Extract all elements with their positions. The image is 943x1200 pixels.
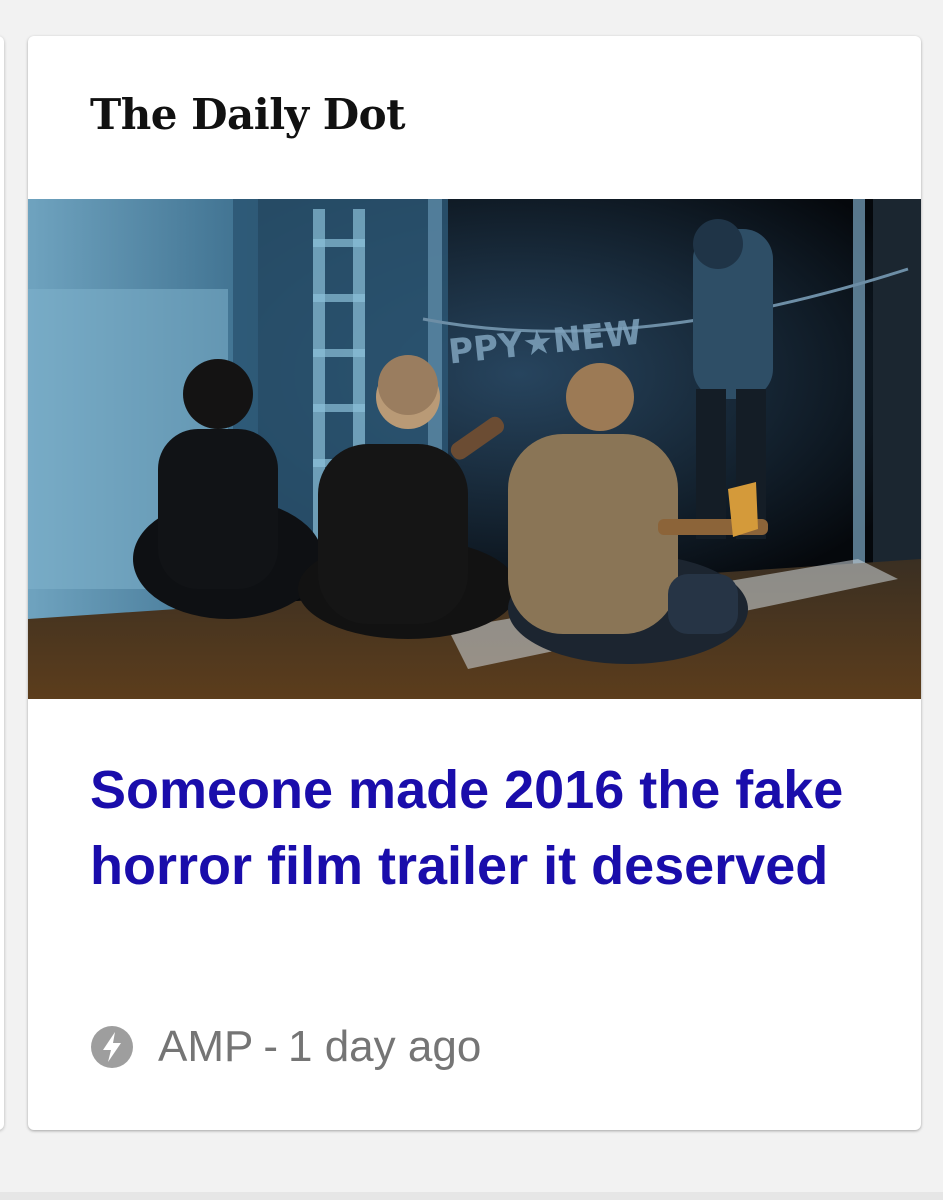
source-label: AMP	[158, 1022, 254, 1071]
article-meta: AMP - 1 day ago	[90, 1022, 481, 1072]
news-card[interactable]: The Daily Dot PPY★NEW Someone made 2016 …	[28, 36, 921, 1130]
article-thumbnail[interactable]: PPY★NEW	[28, 199, 921, 699]
previous-card-edge[interactable]	[0, 36, 4, 1130]
publisher-logo: The Daily Dot	[90, 90, 406, 139]
bottom-divider	[0, 1192, 943, 1200]
meta-separator: -	[263, 1022, 279, 1071]
article-headline-link[interactable]: Someone made 2016 the fake horror film t…	[90, 752, 850, 904]
amp-lightning-icon	[90, 1025, 134, 1069]
timestamp: 1 day ago	[288, 1022, 482, 1071]
